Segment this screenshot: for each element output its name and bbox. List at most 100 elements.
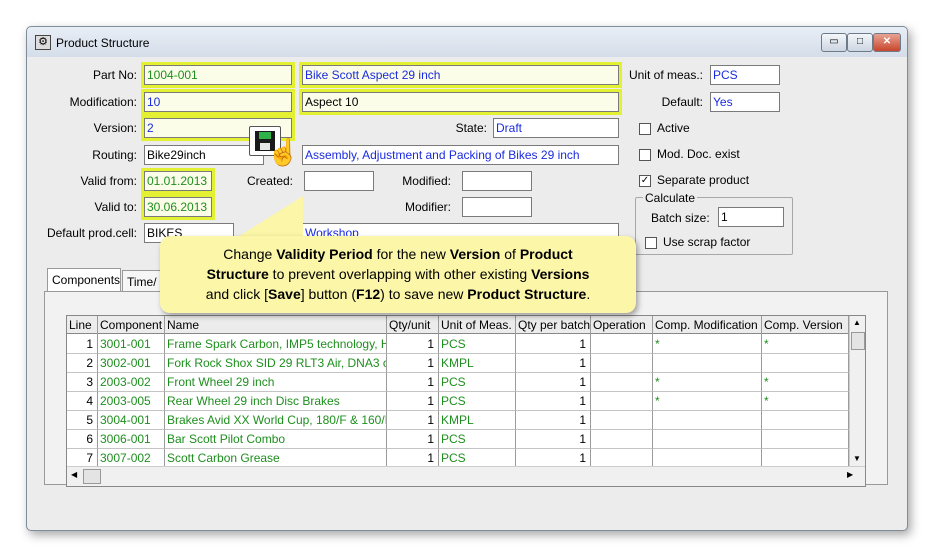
scrap-factor-checkbox[interactable] bbox=[645, 237, 657, 249]
routing-desc-field[interactable]: Assembly, Adjustment and Packing of Bike… bbox=[302, 145, 619, 165]
table-cell[interactable]: * bbox=[653, 373, 762, 392]
batch-size-field[interactable]: 1 bbox=[718, 207, 784, 227]
table-cell[interactable]: PCS bbox=[439, 430, 516, 449]
table-cell[interactable] bbox=[591, 354, 653, 373]
table-cell[interactable]: 1 bbox=[516, 335, 591, 354]
col-line[interactable]: Line bbox=[67, 316, 98, 335]
col-operation[interactable]: Operation bbox=[591, 316, 653, 335]
table-cell[interactable]: 1 bbox=[387, 411, 439, 430]
table-cell[interactable]: * bbox=[762, 373, 849, 392]
vertical-scrollbar[interactable]: ▲ ▼ bbox=[849, 316, 865, 466]
scroll-left-icon[interactable]: ◀ bbox=[71, 470, 77, 479]
table-cell[interactable]: 1 bbox=[516, 392, 591, 411]
table-cell[interactable] bbox=[762, 430, 849, 449]
title-bar[interactable]: ⚙ Product Structure ▭ □ ✕ bbox=[27, 27, 907, 57]
table-cell[interactable] bbox=[653, 411, 762, 430]
mod-doc-checkbox[interactable] bbox=[639, 149, 651, 161]
col-qty-batch[interactable]: Qty per batch bbox=[516, 316, 591, 335]
scroll-up-icon[interactable]: ▲ bbox=[853, 318, 861, 327]
table-cell[interactable]: Rear Wheel 29 inch Disc Brakes bbox=[165, 392, 387, 411]
routing-field[interactable]: Bike29inch bbox=[144, 145, 264, 165]
col-comp-version[interactable]: Comp. Version bbox=[762, 316, 849, 335]
table-cell[interactable]: Front Wheel 29 inch bbox=[165, 373, 387, 392]
table-cell[interactable]: 1 bbox=[516, 430, 591, 449]
table-cell[interactable]: KMPL bbox=[439, 411, 516, 430]
table-row[interactable]: 5 3004-001 Brakes Avid XX World Cup, 180/F… bbox=[67, 411, 849, 430]
modification-field[interactable]: 10 bbox=[141, 89, 295, 115]
table-cell[interactable]: PCS bbox=[439, 373, 516, 392]
table-cell[interactable] bbox=[653, 430, 762, 449]
modifier-field[interactable] bbox=[462, 197, 532, 217]
table-row[interactable]: 1 3001-001 Frame Spark Carbon, IMP5 techno… bbox=[67, 335, 849, 354]
col-component[interactable]: Component bbox=[98, 316, 165, 335]
part-name-field[interactable]: Bike Scott Aspect 29 inch bbox=[299, 62, 622, 88]
table-cell[interactable]: Bar Scott Pilot Combo bbox=[165, 430, 387, 449]
modified-field[interactable] bbox=[462, 171, 532, 191]
minimize-button[interactable]: ▭ bbox=[821, 33, 847, 52]
table-cell[interactable]: 2003-005 bbox=[98, 392, 165, 411]
table-cell[interactable]: 1 bbox=[387, 373, 439, 392]
table-cell[interactable]: 2003-002 bbox=[98, 373, 165, 392]
table-row[interactable]: 6 3006-001 Bar Scott Pilot Combo 1 PCS 1 bbox=[67, 430, 849, 449]
table-cell[interactable]: * bbox=[762, 335, 849, 354]
scroll-down-icon[interactable]: ▼ bbox=[853, 454, 861, 463]
table-cell[interactable] bbox=[591, 411, 653, 430]
active-checkbox[interactable] bbox=[639, 123, 651, 135]
table-row[interactable]: 2 3002-001 Fork Rock Shox SID 29 RLT3 Air,… bbox=[67, 354, 849, 373]
table-cell[interactable] bbox=[762, 354, 849, 373]
scroll-right-icon[interactable]: ▶ bbox=[847, 470, 853, 479]
table-cell[interactable] bbox=[762, 411, 849, 430]
table-cell[interactable]: 2 bbox=[67, 354, 98, 373]
table-cell[interactable]: 4 bbox=[67, 392, 98, 411]
table-cell[interactable] bbox=[591, 373, 653, 392]
table-cell[interactable]: 1 bbox=[516, 411, 591, 430]
table-cell[interactable]: * bbox=[762, 392, 849, 411]
col-uom[interactable]: Unit of Meas. bbox=[439, 316, 516, 335]
table-cell[interactable]: * bbox=[653, 392, 762, 411]
state-field[interactable]: Draft bbox=[493, 118, 619, 138]
table-cell[interactable]: 1 bbox=[387, 354, 439, 373]
col-comp-modification[interactable]: Comp. Modification bbox=[653, 316, 762, 335]
table-cell[interactable]: * bbox=[653, 335, 762, 354]
default-field[interactable]: Yes bbox=[710, 92, 780, 112]
hscroll-thumb[interactable] bbox=[83, 469, 101, 484]
table-cell[interactable]: 1 bbox=[516, 373, 591, 392]
table-cell[interactable] bbox=[591, 430, 653, 449]
table-cell[interactable]: Fork Rock Shox SID 29 RLT3 Air, DNA3 c bbox=[165, 354, 387, 373]
table-cell[interactable] bbox=[591, 392, 653, 411]
table-cell[interactable]: 3004-001 bbox=[98, 411, 165, 430]
valid-to-field[interactable]: 30.06.2013 bbox=[141, 194, 215, 220]
table-cell[interactable]: Brakes Avid XX World Cup, 180/F & 160/I bbox=[165, 411, 387, 430]
table-row[interactable]: 4 2003-005 Rear Wheel 29 inch Disc Brakes 1… bbox=[67, 392, 849, 411]
col-qty-unit[interactable]: Qty/unit bbox=[387, 316, 439, 335]
table-cell[interactable]: Frame Spark Carbon, IMP5 technology, HI bbox=[165, 335, 387, 354]
table-cell[interactable]: 1 bbox=[67, 335, 98, 354]
created-field[interactable] bbox=[304, 171, 374, 191]
valid-from-field[interactable]: 01.01.2013 bbox=[141, 168, 215, 194]
separate-product-checkbox[interactable]: ✓ bbox=[639, 175, 651, 187]
table-cell[interactable]: 1 bbox=[387, 392, 439, 411]
table-cell[interactable]: 3006-001 bbox=[98, 430, 165, 449]
table-cell[interactable]: PCS bbox=[439, 392, 516, 411]
col-name[interactable]: Name bbox=[165, 316, 387, 335]
table-cell[interactable]: 3002-001 bbox=[98, 354, 165, 373]
table-cell[interactable] bbox=[591, 335, 653, 354]
uom-field[interactable]: PCS bbox=[710, 65, 780, 85]
table-cell[interactable]: 1 bbox=[516, 354, 591, 373]
horizontal-scrollbar[interactable]: ◀ ▶ bbox=[67, 466, 865, 486]
table-cell[interactable]: 3001-001 bbox=[98, 335, 165, 354]
table-cell[interactable]: PCS bbox=[439, 335, 516, 354]
table-row[interactable]: 3 2003-002 Front Wheel 29 inch 1 PCS 1 * * bbox=[67, 373, 849, 392]
table-cell[interactable]: 6 bbox=[67, 430, 98, 449]
close-button[interactable]: ✕ bbox=[873, 33, 901, 52]
table-cell[interactable]: 5 bbox=[67, 411, 98, 430]
maximize-button[interactable]: □ bbox=[847, 33, 873, 52]
table-cell[interactable] bbox=[653, 354, 762, 373]
table-cell[interactable]: 1 bbox=[387, 335, 439, 354]
table-cell[interactable]: 1 bbox=[387, 430, 439, 449]
part-no-field[interactable]: 1004-001 bbox=[141, 62, 295, 88]
table-cell[interactable]: KMPL bbox=[439, 354, 516, 373]
table-cell[interactable]: 3 bbox=[67, 373, 98, 392]
scroll-thumb[interactable] bbox=[851, 332, 865, 350]
modification-name-field[interactable]: Aspect 10 bbox=[299, 89, 622, 115]
